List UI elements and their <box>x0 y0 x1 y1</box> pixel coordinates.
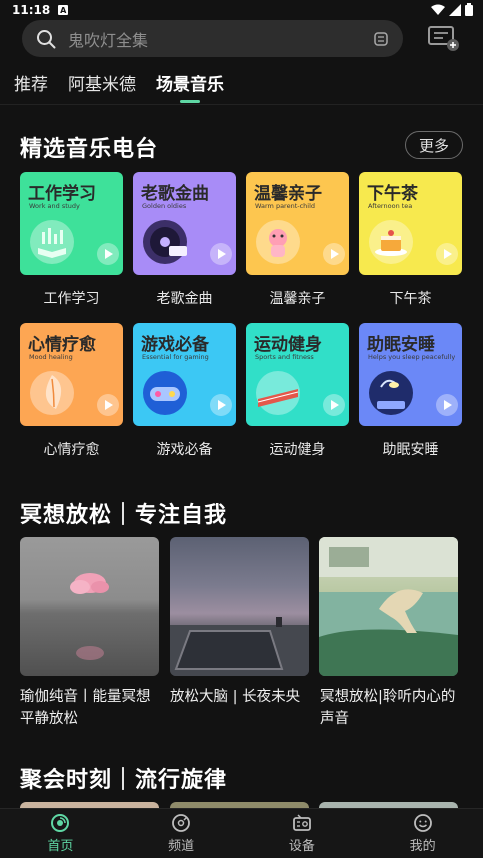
tab-scene-music[interactable]: 场景音乐 <box>156 70 224 103</box>
radio-card-label[interactable]: 运动健身 <box>246 439 349 459</box>
pink-cloud-image <box>20 573 159 660</box>
track-icon <box>256 371 300 415</box>
wifi-icon <box>431 4 445 15</box>
tab-archimedes[interactable]: 阿基米德 <box>68 70 136 95</box>
tab-recommend[interactable]: 推荐 <box>14 70 48 95</box>
book-icon <box>30 220 74 264</box>
radio-card-subtitle: Warm parent-child <box>255 202 316 210</box>
radio-card-subtitle: Essential for gaming <box>142 353 209 361</box>
radio-card-title: 工作学习 <box>28 184 96 204</box>
play-icon[interactable] <box>97 394 119 416</box>
add-device-icon[interactable] <box>427 24 461 54</box>
radio-card-subtitle: Afternoon tea <box>368 202 413 210</box>
radio-card-7[interactable]: 运动健身 Sports and fitness <box>246 323 349 426</box>
nav-home-label: 首页 <box>47 839 74 854</box>
gamepad-icon <box>143 371 187 415</box>
radio-card-subtitle: Golden oldies <box>142 202 187 210</box>
radio-card-label[interactable]: 老歌金曲 <box>133 288 236 308</box>
play-icon[interactable] <box>210 243 232 265</box>
tabs-divider <box>0 104 483 105</box>
radio-card-title: 心情疗愈 <box>28 335 96 355</box>
meditation-card-2-caption[interactable]: 放松大脑 | 长夜未央 <box>170 686 312 708</box>
radio-card-label[interactable]: 工作学习 <box>20 288 123 308</box>
radio-card-1[interactable]: 工作学习 Work and study <box>20 172 123 275</box>
status-icons <box>431 3 473 16</box>
radio-card-title: 老歌金曲 <box>141 184 209 204</box>
radio-card-title: 温馨亲子 <box>254 184 322 204</box>
radio-card-subtitle: Mood healing <box>29 353 73 361</box>
meditation-card-1-caption[interactable]: 瑜伽纯音丨能量冥想平静放松 <box>20 686 162 730</box>
nav-home[interactable]: 首页 <box>0 809 121 858</box>
radio-card-4[interactable]: 下午茶 Afternoon tea <box>359 172 462 275</box>
status-time: 11:18 <box>12 3 51 17</box>
radio-card-subtitle: Helps you sleep peacefully <box>368 353 456 361</box>
nav-device[interactable]: 设备 <box>242 809 363 858</box>
battery-icon <box>465 3 473 16</box>
radio-card-5[interactable]: 心情疗愈 Mood healing <box>20 323 123 426</box>
toy-icon <box>256 220 300 264</box>
radio-card-subtitle: Sports and fitness <box>255 353 314 361</box>
party-section-title: 聚会时刻｜流行旋律 <box>20 768 228 793</box>
play-icon[interactable] <box>323 394 345 416</box>
profile-icon <box>413 814 432 832</box>
lamp-icon <box>369 371 413 415</box>
play-icon[interactable] <box>436 243 458 265</box>
nav-profile[interactable]: 我的 <box>362 809 483 858</box>
nav-channel[interactable]: 频道 <box>121 809 242 858</box>
radio-card-title: 下午茶 <box>367 184 418 204</box>
radio-card-title: 助眠安睡 <box>367 335 435 355</box>
radio-section-title: 精选音乐电台 <box>20 137 159 162</box>
notification-badge: A <box>58 5 69 15</box>
radio-card-label[interactable]: 游戏必备 <box>133 439 236 459</box>
tab-indicator <box>180 100 200 103</box>
play-icon[interactable] <box>210 394 232 416</box>
meditation-card-2-image[interactable] <box>170 537 309 676</box>
meditation-section-title: 冥想放松｜专注自我 <box>20 503 228 528</box>
more-button[interactable]: 更多 <box>405 131 463 159</box>
radio-card-6[interactable]: 游戏必备 Essential for gaming <box>133 323 236 426</box>
history-list-icon[interactable] <box>373 31 389 47</box>
pool-at-dusk-image <box>170 617 309 676</box>
search-bar[interactable]: 鬼吹灯全集 <box>22 20 403 57</box>
bottom-nav: 首页 频道 设备 我的 <box>0 808 483 858</box>
leaf-icon <box>30 371 74 415</box>
search-icon <box>37 29 56 48</box>
radio-card-label[interactable]: 心情疗愈 <box>20 439 123 459</box>
nav-device-label: 设备 <box>288 839 315 854</box>
pond-landscape-image <box>319 537 458 676</box>
radio-card-3[interactable]: 温馨亲子 Warm parent-child <box>246 172 349 275</box>
vinyl-icon <box>143 220 187 264</box>
radio-card-8[interactable]: 助眠安睡 Helps you sleep peacefully <box>359 323 462 426</box>
meditation-card-3-caption[interactable]: 冥想放松|聆听内心的声音 <box>320 686 462 730</box>
channel-icon <box>172 814 191 832</box>
radio-card-subtitle: Work and study <box>29 202 80 210</box>
play-icon[interactable] <box>436 394 458 416</box>
nav-profile-label: 我的 <box>409 839 436 854</box>
meditation-card-1-image[interactable] <box>20 537 159 676</box>
radio-card-label[interactable]: 温馨亲子 <box>246 288 349 308</box>
tab-scene-music-label: 场景音乐 <box>156 75 224 95</box>
signal-icon <box>449 3 461 16</box>
radio-card-label[interactable]: 下午茶 <box>359 288 462 308</box>
play-icon[interactable] <box>323 243 345 265</box>
radio-card-label[interactable]: 助眠安睡 <box>359 439 462 459</box>
home-icon <box>51 814 70 832</box>
top-tabs: 推荐 阿基米德 场景音乐 <box>14 70 224 103</box>
device-icon <box>292 814 311 831</box>
status-bar: 11:18 A <box>0 0 483 20</box>
nav-channel-label: 频道 <box>168 839 195 854</box>
play-icon[interactable] <box>97 243 119 265</box>
search-input[interactable]: 鬼吹灯全集 <box>68 27 373 51</box>
meditation-card-3-image[interactable] <box>319 537 458 676</box>
radio-card-title: 运动健身 <box>254 335 322 355</box>
radio-card-2[interactable]: 老歌金曲 Golden oldies <box>133 172 236 275</box>
radio-card-title: 游戏必备 <box>141 335 209 355</box>
cake-icon <box>369 220 413 264</box>
